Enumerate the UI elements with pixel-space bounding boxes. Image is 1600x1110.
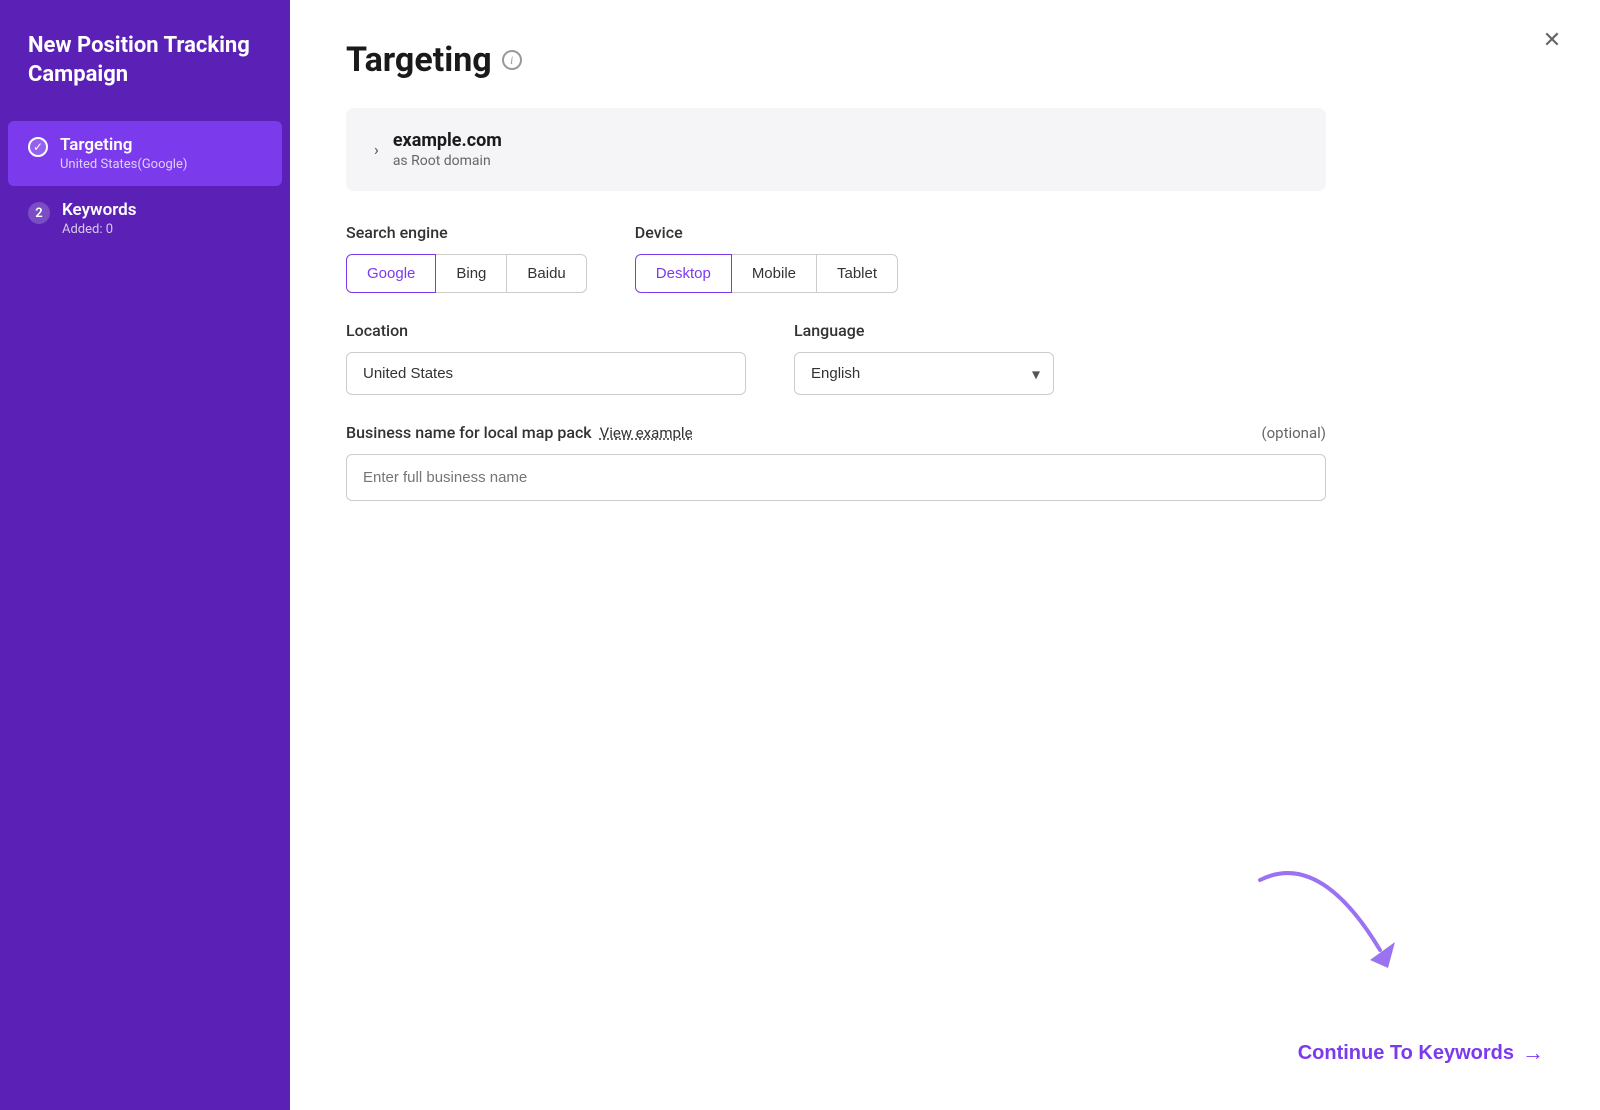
main-content: ✕ Targeting i › example.com as Root doma… — [290, 0, 1600, 1110]
device-label: Device — [635, 223, 898, 242]
search-engine-group: Search engine Google Bing Baidu — [346, 223, 587, 293]
domain-info: example.com as Root domain — [393, 130, 502, 169]
business-label-row: Business name for local map pack View ex… — [346, 423, 1326, 442]
sidebar-item-targeting-label: Targeting — [60, 135, 187, 155]
device-buttons: Desktop Mobile Tablet — [635, 254, 898, 293]
search-engine-label: Search engine — [346, 223, 587, 242]
arrow-decoration — [1240, 870, 1400, 970]
sidebar-item-targeting[interactable]: ✓ Targeting United States(Google) — [8, 121, 282, 186]
language-select[interactable]: English Spanish French German — [794, 352, 1054, 395]
location-language-row: Location Language English Spanish French… — [346, 321, 1544, 395]
arrow-right-icon: → — [1522, 1040, 1544, 1066]
business-label-left: Business name for local map pack View ex… — [346, 423, 693, 442]
device-desktop[interactable]: Desktop — [635, 254, 732, 293]
sidebar: New Position Tracking Campaign ✓ Targeti… — [0, 0, 290, 1110]
domain-name: example.com — [393, 130, 502, 151]
search-engine-google[interactable]: Google — [346, 254, 436, 293]
optional-text: (optional) — [1261, 424, 1326, 442]
business-label: Business name for local map pack — [346, 423, 592, 442]
search-device-row: Search engine Google Bing Baidu Device D… — [346, 223, 1544, 293]
domain-sublabel: as Root domain — [393, 153, 502, 169]
device-group: Device Desktop Mobile Tablet — [635, 223, 898, 293]
domain-card: › example.com as Root domain — [346, 108, 1326, 191]
business-section: Business name for local map pack View ex… — [346, 423, 1326, 501]
device-tablet[interactable]: Tablet — [816, 254, 898, 293]
language-label: Language — [794, 321, 1054, 340]
continue-button[interactable]: Continue To Keywords → — [1298, 1040, 1544, 1066]
sidebar-item-keywords[interactable]: 2 Keywords Added: 0 — [0, 186, 290, 251]
sidebar-item-keywords-label: Keywords — [62, 200, 136, 220]
continue-button-label: Continue To Keywords — [1298, 1042, 1514, 1065]
continue-button-row: Continue To Keywords → — [1298, 1040, 1544, 1066]
page-title-row: Targeting i — [346, 40, 1544, 80]
chevron-right-icon[interactable]: › — [374, 140, 379, 159]
search-engine-bing[interactable]: Bing — [435, 254, 507, 293]
sidebar-item-keywords-text: Keywords Added: 0 — [62, 200, 136, 237]
check-icon: ✓ — [28, 137, 48, 157]
info-icon[interactable]: i — [502, 50, 522, 70]
sidebar-item-targeting-sublabel: United States(Google) — [60, 157, 187, 172]
close-button[interactable]: ✕ — [1536, 24, 1568, 56]
sidebar-title: New Position Tracking Campaign — [0, 32, 290, 121]
keywords-number: 2 — [28, 202, 50, 224]
page-title: Targeting — [346, 40, 492, 80]
language-select-wrapper: English Spanish French German — [794, 352, 1054, 395]
location-input[interactable] — [346, 352, 746, 395]
view-example-link[interactable]: View example — [600, 424, 693, 442]
language-group: Language English Spanish French German — [794, 321, 1054, 395]
business-name-input[interactable] — [346, 454, 1326, 501]
device-mobile[interactable]: Mobile — [731, 254, 817, 293]
location-label: Location — [346, 321, 746, 340]
search-engine-buttons: Google Bing Baidu — [346, 254, 587, 293]
sidebar-item-keywords-sublabel: Added: 0 — [62, 222, 136, 237]
sidebar-item-targeting-text: Targeting United States(Google) — [60, 135, 187, 172]
location-group: Location — [346, 321, 746, 395]
search-engine-baidu[interactable]: Baidu — [506, 254, 586, 293]
